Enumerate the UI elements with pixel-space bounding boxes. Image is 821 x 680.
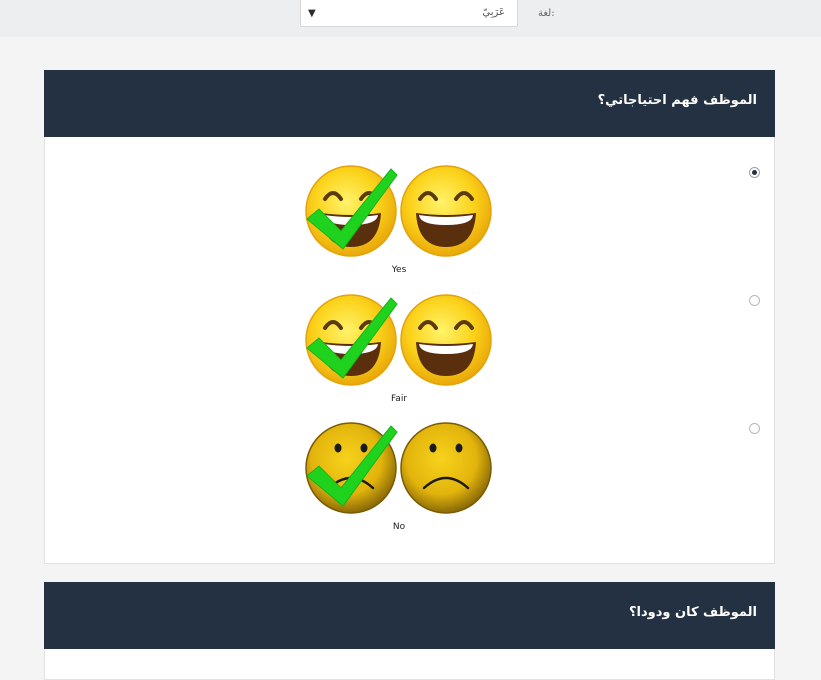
question-card-2: الموظف كان ودودا؟ — [44, 582, 775, 680]
radio-fair[interactable] — [749, 295, 760, 306]
language-select-value: عَرَبِيّ — [482, 7, 505, 18]
question-header-1: الموظف فهم احتياجاتي؟ — [44, 70, 775, 137]
happy-faces-check-icon — [304, 164, 493, 258]
question-options-2 — [44, 649, 775, 680]
option-caption-fair: Fair — [390, 394, 408, 404]
question-header-2: الموظف كان ودودا؟ — [44, 582, 775, 649]
language-select[interactable]: ▼ عَرَبِيّ — [300, 0, 518, 27]
triangle-down-icon: ▼ — [308, 8, 316, 19]
sad-faces-check-icon — [304, 421, 493, 515]
language-bar: ▼ عَرَبِيّ لغة: — [0, 0, 821, 37]
option-caption-yes: Yes — [391, 265, 407, 275]
question-title-2: الموظف كان ودودا؟ — [628, 605, 757, 620]
option-caption-no: No — [392, 522, 406, 532]
radio-no[interactable] — [749, 423, 760, 434]
language-label: لغة: — [538, 8, 555, 19]
question-title-1: الموظف فهم احتياجاتي؟ — [597, 93, 757, 108]
radio-yes[interactable] — [749, 167, 760, 178]
question-card-1: الموظف فهم احتياجاتي؟ Yes Fair No — [44, 70, 775, 564]
happy-faces-check-icon — [304, 293, 493, 387]
question-options-1: Yes Fair No — [44, 137, 775, 564]
